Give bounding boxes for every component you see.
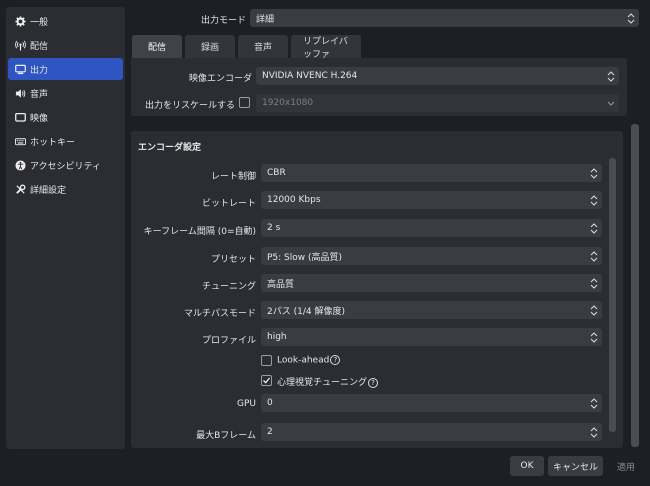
output-mode-label: 出力モード bbox=[200, 16, 246, 26]
keyframe-label: キーフレーム間隔 (0=自動) bbox=[143, 227, 256, 237]
settings-scrollbar[interactable] bbox=[631, 124, 639, 447]
bitrate-spinbox[interactable]: 12000 Kbps bbox=[261, 191, 602, 209]
ok-button[interactable]: OK bbox=[510, 456, 544, 476]
multipass-value: 2パス (1/4 解像度) bbox=[267, 306, 345, 317]
wrench-icon bbox=[14, 183, 26, 195]
help-icon[interactable]: ? bbox=[330, 355, 341, 365]
antenna-icon bbox=[14, 39, 26, 51]
sidebar-item-output[interactable]: 出力 bbox=[8, 58, 123, 80]
tab-stream[interactable]: 配信 bbox=[132, 35, 182, 58]
encoder-label: 映像エンコーダ bbox=[188, 74, 252, 84]
gpu-value: 0 bbox=[267, 398, 273, 408]
output-tabs: 配信 録画 音声 リプレイバッファ bbox=[132, 35, 364, 60]
tab-audio[interactable]: 音声 bbox=[238, 35, 288, 58]
sidebar-item-label: 配信 bbox=[30, 41, 49, 52]
sidebar-item-label: 詳細設定 bbox=[30, 185, 67, 196]
lookahead-label: Look-ahead bbox=[277, 355, 330, 366]
rescale-select[interactable]: 1920x1080 bbox=[256, 94, 619, 112]
updown-arrow-icon bbox=[588, 276, 599, 290]
monitor-output-icon bbox=[14, 63, 26, 75]
spin-arrows-icon[interactable] bbox=[588, 221, 599, 235]
updown-arrow-icon bbox=[588, 330, 599, 344]
encoder-settings-scrollbar[interactable] bbox=[609, 158, 616, 432]
gpu-spinbox[interactable]: 0 bbox=[261, 394, 602, 412]
spin-arrows-icon[interactable] bbox=[588, 396, 599, 410]
encoder-select[interactable]: NVIDIA NVENC H.264 bbox=[256, 67, 619, 85]
output-mode-select[interactable]: 詳細 bbox=[250, 9, 639, 27]
preset-select[interactable]: P5: Slow (高品質) bbox=[261, 247, 602, 265]
chevron-down-icon bbox=[605, 96, 616, 110]
bframes-label: 最大Bフレーム bbox=[196, 431, 256, 441]
lookahead-checkbox[interactable] bbox=[261, 355, 272, 366]
updown-arrow-icon bbox=[605, 69, 616, 83]
lookahead-row: Look-ahead? bbox=[277, 355, 341, 366]
sidebar-item-label: 映像 bbox=[30, 113, 49, 124]
tuning-value: 高品質 bbox=[267, 279, 295, 290]
preset-value: P5: Slow (高品質) bbox=[267, 252, 343, 263]
speaker-icon bbox=[14, 87, 26, 99]
keyboard-icon bbox=[14, 135, 26, 147]
preset-label: プリセット bbox=[210, 255, 256, 265]
output-mode-value: 詳細 bbox=[256, 14, 275, 25]
settings-sidebar: 一般 配信 出力 音声 映像 ホットキー アクセシビリティ 詳細設定 bbox=[6, 7, 125, 449]
bitrate-label: ビットレート bbox=[201, 199, 256, 209]
sidebar-item-video[interactable]: 映像 bbox=[8, 106, 123, 128]
sidebar-item-hotkeys[interactable]: ホットキー bbox=[8, 130, 123, 152]
sidebar-item-accessibility[interactable]: アクセシビリティ bbox=[8, 154, 123, 176]
checkmark-icon bbox=[263, 377, 271, 384]
sidebar-item-general[interactable]: 一般 bbox=[8, 10, 123, 32]
spin-arrows-icon[interactable] bbox=[588, 193, 599, 207]
profile-value: high bbox=[267, 332, 287, 342]
keyframe-value: 2 s bbox=[267, 223, 281, 233]
sidebar-item-stream[interactable]: 配信 bbox=[8, 34, 123, 56]
sidebar-item-advanced[interactable]: 詳細設定 bbox=[8, 178, 123, 200]
profile-select[interactable]: high bbox=[261, 328, 602, 346]
sidebar-item-label: ホットキー bbox=[30, 137, 76, 148]
display-icon bbox=[14, 111, 26, 123]
bframes-spinbox[interactable]: 2 bbox=[261, 423, 602, 441]
sidebar-item-label: アクセシビリティ bbox=[30, 161, 102, 172]
sidebar-item-label: 一般 bbox=[30, 17, 49, 28]
psycho-visual-row: 心理視覚チューニング? bbox=[277, 375, 379, 388]
gear-icon bbox=[14, 15, 26, 27]
rate-control-label: レート制御 bbox=[210, 172, 256, 182]
gpu-label: GPU bbox=[237, 399, 256, 409]
psycho-visual-label: 心理視覚チューニング bbox=[277, 378, 368, 388]
encoder-value: NVIDIA NVENC H.264 bbox=[262, 71, 358, 81]
accessibility-icon bbox=[14, 159, 26, 171]
multipass-label: マルチパスモード bbox=[183, 309, 256, 319]
multipass-select[interactable]: 2パス (1/4 解像度) bbox=[261, 301, 602, 319]
encoder-settings-title: エンコーダ設定 bbox=[138, 143, 202, 153]
sidebar-item-label: 音声 bbox=[30, 89, 49, 100]
rescale-value: 1920x1080 bbox=[262, 98, 314, 108]
tab-replay-buffer[interactable]: リプレイバッファ bbox=[291, 35, 361, 60]
rate-control-select[interactable]: CBR bbox=[261, 164, 602, 182]
tuning-select[interactable]: 高品質 bbox=[261, 274, 602, 292]
tuning-label: チューニング bbox=[201, 282, 256, 292]
profile-label: プロファイル bbox=[201, 336, 256, 346]
rescale-label: 出力をリスケールする bbox=[144, 101, 235, 111]
updown-arrow-icon bbox=[588, 166, 599, 180]
keyframe-spinbox[interactable]: 2 s bbox=[261, 219, 602, 237]
tab-recording[interactable]: 録画 bbox=[185, 35, 235, 58]
cancel-button[interactable]: キャンセル bbox=[548, 456, 603, 476]
sidebar-item-audio[interactable]: 音声 bbox=[8, 82, 123, 104]
psycho-visual-checkbox[interactable] bbox=[261, 375, 272, 386]
rate-control-value: CBR bbox=[267, 168, 286, 178]
rescale-checkbox[interactable] bbox=[239, 97, 250, 108]
sidebar-item-label: 出力 bbox=[30, 65, 49, 76]
bitrate-value: 12000 Kbps bbox=[267, 195, 321, 205]
updown-arrow-icon bbox=[588, 303, 599, 317]
help-icon[interactable]: ? bbox=[368, 377, 379, 388]
updown-arrow-icon bbox=[625, 11, 636, 25]
bframes-value: 2 bbox=[267, 427, 273, 437]
spin-arrows-icon[interactable] bbox=[588, 425, 599, 439]
updown-arrow-icon bbox=[588, 249, 599, 263]
apply-button[interactable]: 適用 bbox=[609, 456, 643, 476]
